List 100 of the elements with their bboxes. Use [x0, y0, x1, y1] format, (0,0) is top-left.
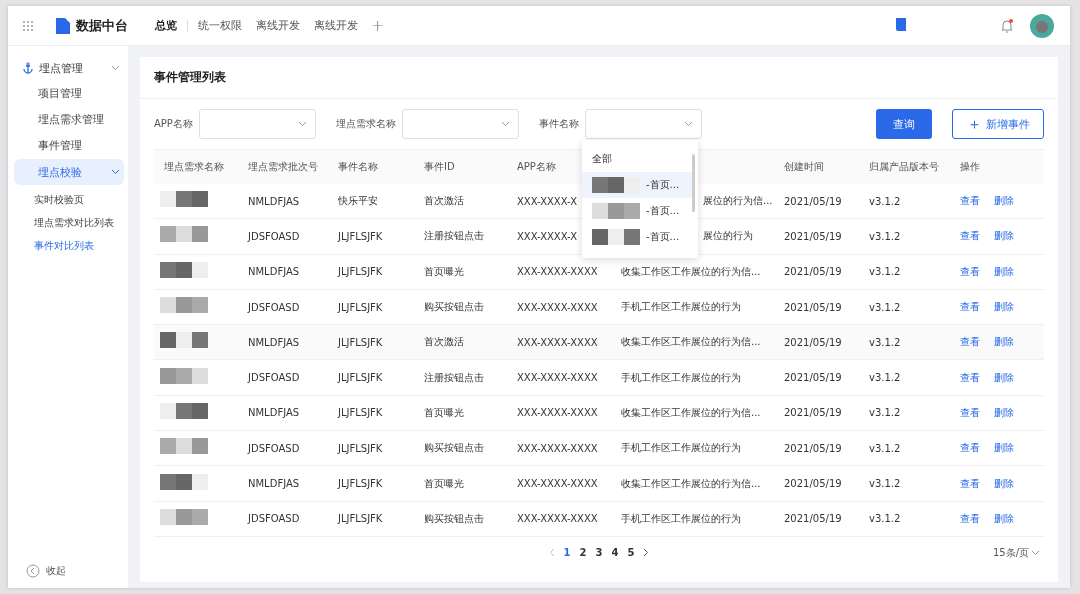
- table-cell: NMLDFJAS: [248, 407, 300, 419]
- mosaic-drawing: [160, 473, 208, 490]
- table-cell: v3.1.2: [869, 442, 901, 454]
- apps-grid-icon[interactable]: [22, 19, 34, 32]
- view-link[interactable]: 查看: [960, 476, 980, 491]
- view-link[interactable]: 查看: [960, 335, 980, 350]
- nav-tab[interactable]: 总览: [148, 18, 184, 33]
- table-cell: NMLDFJAS: [248, 266, 300, 278]
- view-link[interactable]: 查看: [960, 405, 980, 420]
- add-tab-button[interactable]: +: [371, 16, 385, 35]
- view-link[interactable]: 查看: [960, 300, 980, 315]
- sidebar-item[interactable]: 项目管理: [14, 80, 124, 106]
- sidebar-subitem[interactable]: 事件对比列表: [14, 234, 124, 257]
- table-cell: 2021/05/19: [784, 407, 842, 419]
- table-cell: JLJFLSJFK: [338, 372, 383, 384]
- mosaic-drawing: [160, 402, 208, 419]
- table-cell: JLJFLSJFK: [338, 301, 383, 313]
- chevron-left-circle-icon: [26, 564, 40, 578]
- view-link[interactable]: 查看: [960, 264, 980, 279]
- table-cell: 首页曝光: [424, 264, 464, 279]
- column-header: 归属产品版本号: [868, 160, 940, 174]
- table-cell: 手机工作区工作展位的行为: [621, 300, 741, 315]
- sidebar-item[interactable]: 事件管理: [14, 132, 124, 158]
- delete-link[interactable]: 删除: [994, 229, 1014, 244]
- view-link[interactable]: 查看: [960, 370, 980, 385]
- bell-icon[interactable]: [1000, 17, 1014, 34]
- delete-link[interactable]: 删除: [994, 441, 1014, 456]
- sidebar-item[interactable]: 埋点校验: [14, 159, 124, 185]
- delete-link[interactable]: 删除: [994, 370, 1014, 385]
- table-cell: NMLDFJAS: [248, 195, 300, 207]
- table-cell: 收集工作区工作展位的行为信...: [621, 405, 761, 420]
- delete-link[interactable]: 删除: [994, 476, 1014, 491]
- view-link[interactable]: 查看: [960, 194, 980, 209]
- chevron-down-icon: [111, 65, 120, 71]
- table-cell: 2021/05/19: [784, 513, 842, 525]
- table-cell: JLJFLSJFK: [338, 513, 383, 525]
- page-number[interactable]: 2: [579, 547, 587, 559]
- table-cell: XXX-XXXX-XXXX: [517, 372, 598, 384]
- delete-link[interactable]: 删除: [994, 405, 1014, 420]
- table-cell: XXX-XXXX-X: [517, 195, 578, 207]
- filter-label: 事件名称: [538, 117, 579, 131]
- table-cell: 手机工作区工作展位的行为: [621, 441, 741, 456]
- delete-link[interactable]: 删除: [994, 264, 1014, 279]
- table-cell: XXX-XXXX-XXXX: [517, 336, 598, 348]
- view-link[interactable]: 查看: [960, 229, 980, 244]
- table-cell: 注册按钮点击: [424, 370, 484, 385]
- delete-link[interactable]: 删除: [994, 511, 1014, 526]
- mosaic-drawing: [592, 177, 640, 193]
- collapse-button[interactable]: 收起: [14, 564, 124, 578]
- table-cell: 购买按钮点击: [424, 511, 484, 526]
- page-size-select[interactable]: 15条/页: [992, 545, 1040, 560]
- sidebar-group[interactable]: 埋点管理: [14, 56, 124, 80]
- table-cell: 展位的行为: [703, 229, 753, 244]
- table-cell: v3.1.2: [869, 478, 901, 489]
- nav-tab[interactable]: 离线开发: [307, 18, 365, 33]
- table-cell: JLJFLSJFK: [338, 266, 383, 278]
- sidebar-subitem[interactable]: 埋点需求对比列表: [14, 211, 124, 234]
- page-number[interactable]: 5: [627, 547, 635, 559]
- delete-link[interactable]: 删除: [994, 300, 1014, 315]
- sidebar-item[interactable]: 埋点需求管理: [14, 106, 124, 132]
- view-link[interactable]: 查看: [960, 441, 980, 456]
- table-cell: XXX-XXXX-XXXX: [517, 407, 598, 419]
- table-cell: 首页曝光: [424, 405, 464, 420]
- filter-select[interactable]: [401, 109, 519, 139]
- column-header: APP名称: [516, 160, 557, 174]
- table-cell: 注册按钮点击: [424, 229, 484, 244]
- nav-tab[interactable]: 统一权限: [191, 18, 249, 33]
- add-event-button[interactable]: ＋ 新增事件: [952, 109, 1044, 139]
- sidebar-subitem[interactable]: 实时校验页: [14, 188, 124, 211]
- table-cell: JDSFOASD: [248, 442, 300, 454]
- table-cell: v3.1.2: [869, 301, 901, 313]
- page-number[interactable]: 3: [595, 547, 603, 559]
- table-cell: v3.1.2: [869, 336, 901, 348]
- card-title: 事件管理列表: [140, 57, 1058, 99]
- filter-select[interactable]: [584, 109, 702, 139]
- table-cell: 2021/05/19: [784, 195, 842, 207]
- table-cell: 2021/05/19: [784, 230, 842, 242]
- filter-label: 埋点需求名称: [335, 117, 396, 131]
- user-avatar[interactable]: [1030, 13, 1054, 38]
- mosaic-drawing: [160, 508, 208, 525]
- page-number[interactable]: 1: [563, 547, 571, 559]
- page-number[interactable]: 4: [611, 547, 619, 559]
- delete-link[interactable]: 删除: [994, 335, 1014, 350]
- next-page-icon[interactable]: [643, 548, 650, 558]
- view-link[interactable]: 查看: [960, 511, 980, 526]
- app-name: 数据中台: [76, 16, 128, 35]
- dropdown-option[interactable]: -首页...: [582, 172, 692, 198]
- filter-select[interactable]: [198, 109, 316, 139]
- delete-link[interactable]: 删除: [994, 194, 1014, 209]
- table-cell: JDSFOASD: [248, 230, 300, 242]
- table-cell: 首页曝光: [424, 476, 464, 491]
- chevron-down-icon: [1031, 549, 1040, 556]
- table-cell: JLJFLSJFK: [338, 478, 383, 489]
- query-button[interactable]: 查询: [876, 109, 932, 139]
- table-cell: v3.1.2: [869, 372, 901, 384]
- table-cell: 展位的行为信...: [703, 194, 773, 209]
- nav-tab[interactable]: 离线开发: [249, 18, 307, 33]
- column-header: 创建时间: [783, 160, 825, 174]
- table-cell: JDSFOASD: [248, 301, 300, 313]
- prev-page-icon[interactable]: [548, 548, 555, 558]
